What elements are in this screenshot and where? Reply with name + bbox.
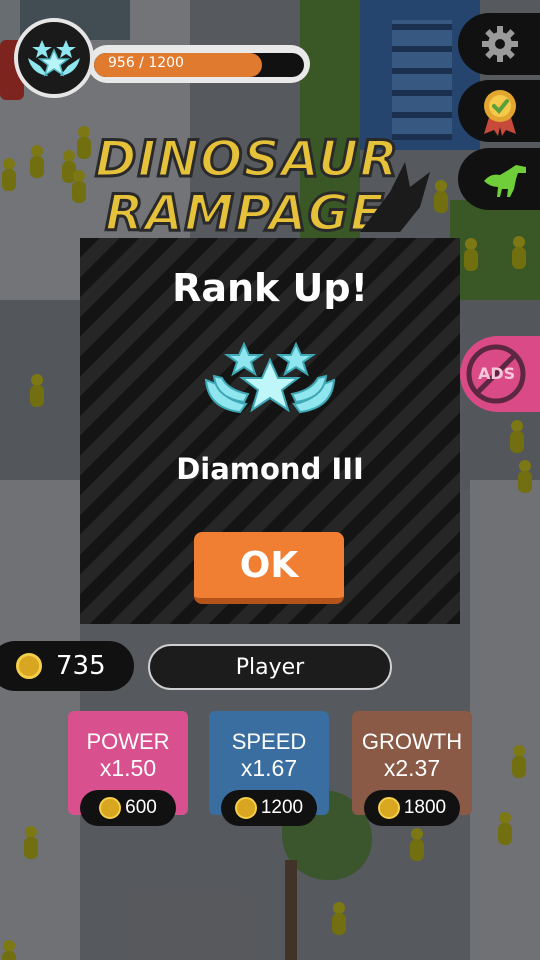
rank-up-dialog: Rank Up! Diamond III OK [80,238,460,624]
dinosaur-icon [484,165,526,197]
coin-balance: 735 [0,641,134,691]
upgrade-multiplier: x1.50 [99,755,157,781]
game-logo: DINOSAUR RAMPAGE [94,131,430,242]
upgrade-label: SPEED [231,729,307,754]
upgrade-label: POWER [86,729,170,754]
no-ads-button[interactable]: ADS [460,336,540,412]
ok-button[interactable]: OK [194,532,344,604]
dialog-title: Rank Up! [172,266,368,310]
diamond-rank-icon [28,40,80,77]
no-ads-label: ADS [478,364,516,383]
price-text: 600 [125,797,157,818]
diamond-rank-icon [204,341,336,414]
coin-count: 735 [56,651,106,681]
upgrade-multiplier: x2.37 [383,755,441,781]
rank-progress-text: 956 / 1200 [108,55,184,71]
coin-icon [377,797,400,819]
rank-name: Diamond III [176,452,364,486]
coin-icon [16,653,42,679]
upgrade-speed-price[interactable]: 1200 [221,790,317,826]
upgrade-power-price[interactable]: 600 [80,790,176,826]
price-text: 1800 [403,797,447,818]
settings-button[interactable] [458,13,540,75]
upgrade-label: GROWTH [361,729,463,754]
coin-icon [234,797,257,819]
price-text: 1200 [260,797,304,818]
player-name-field[interactable]: Player [148,644,392,690]
upgrade-growth-price[interactable]: 1800 [364,790,460,826]
dino-claw-icon [360,162,430,232]
achievements-button[interactable] [458,80,540,142]
gear-icon [482,26,518,62]
rank-emblem[interactable] [14,18,94,98]
upgrade-multiplier: x1.67 [240,755,298,781]
dinosaur-select-button[interactable] [458,148,540,210]
award-ribbon-icon [484,90,516,136]
coin-icon [99,797,122,819]
rank-progress-bar: 956 / 1200 [94,53,304,77]
